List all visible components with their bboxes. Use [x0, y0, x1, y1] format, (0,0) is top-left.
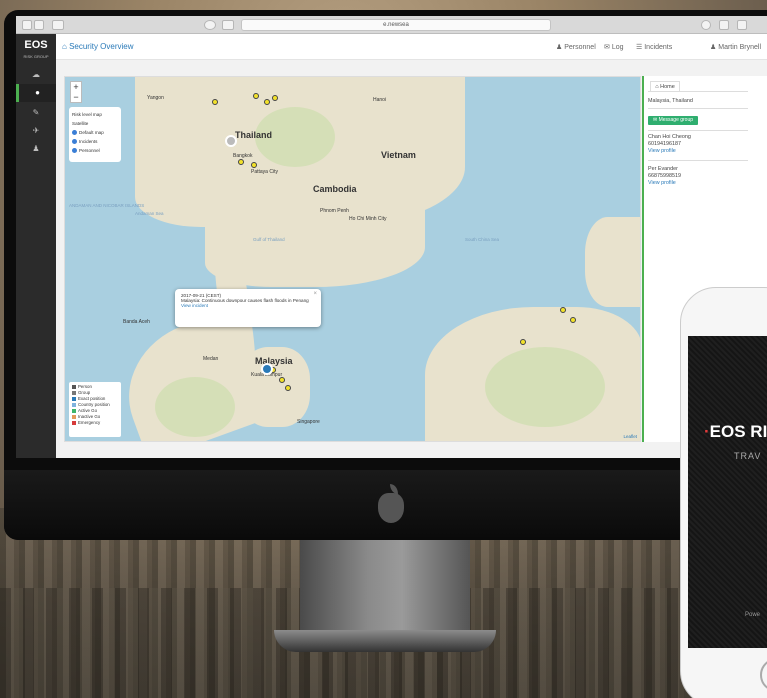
imac-foot [274, 630, 496, 652]
nav-log[interactable]: ✉ Log [604, 43, 624, 51]
city-label: Banda Aceh [123, 319, 150, 325]
forest-area [155, 377, 235, 437]
country-label: Malaysia [255, 356, 293, 366]
personnel-pin[interactable] [570, 317, 576, 323]
message-group-button[interactable]: ✉ Message group [648, 116, 698, 125]
sea-label: Andaman Sea [135, 211, 164, 216]
tabs-icon[interactable] [737, 20, 747, 30]
city-label: Hanoi [373, 97, 387, 103]
checkbox-icon [72, 139, 77, 145]
nav-personnel[interactable]: ♟ Personnel [556, 43, 596, 51]
layer-satellite[interactable]: Satellite [72, 119, 118, 128]
personnel-pin[interactable] [264, 99, 270, 105]
top-nav: ⌂ Security Overview ♟ Personnel ✉ Log ☰ … [56, 34, 767, 60]
map-view[interactable]: Thailand Vietnam Cambodia Malaysia Bangk… [64, 76, 641, 442]
view-profile-link[interactable]: View profile [648, 180, 681, 187]
personnel-pin[interactable] [251, 162, 257, 168]
layer-incidents[interactable]: Incidents [72, 137, 118, 146]
zoom-in-button[interactable]: + [71, 82, 81, 92]
sea-label: ANDAMAN AND NICOBAR ISLANDS [69, 203, 145, 208]
browser-toolbar: e.newsea [16, 16, 767, 34]
nav-incidents[interactable]: ☰ Incidents [636, 43, 672, 51]
checkbox-icon [72, 148, 77, 154]
layer-control: Risk level map Satellite Default map Inc… [69, 107, 121, 162]
globe-icon[interactable]: ● [16, 84, 56, 102]
close-icon[interactable]: × [313, 291, 317, 297]
users-icon[interactable]: ♟ [16, 140, 56, 158]
personnel-pin[interactable] [272, 95, 278, 101]
reader-icon[interactable] [222, 20, 234, 30]
phone-tagline: TRAV [734, 451, 762, 461]
city-label: Pattaya City [251, 169, 278, 175]
zoom-control: + − [70, 81, 82, 103]
main-content: Thailand Vietnam Cambodia Malaysia Bangk… [56, 60, 767, 458]
country-label: Cambodia [313, 184, 357, 194]
user-menu[interactable]: ♟ Martin Brynell [710, 43, 761, 51]
view-profile-link[interactable]: View profile [648, 148, 691, 155]
incident-popup: × 2017-09-21 (CEST) Malaysia: Continuous… [175, 289, 321, 327]
map-attribution[interactable]: Leaflet [623, 434, 637, 439]
personnel-pin[interactable] [285, 385, 291, 391]
dashboard-icon[interactable]: ☁ [16, 66, 56, 84]
back-button[interactable] [22, 20, 32, 30]
forest-area [485, 347, 605, 427]
app-sidebar: EOS RISK GROUP ☁ ● ✎ ✈ ♟ [16, 34, 56, 458]
address-bar[interactable]: e.newsea [241, 19, 551, 31]
tab-home[interactable]: ⌂ Home [650, 81, 680, 91]
personnel-pin[interactable] [238, 159, 244, 165]
sea-label: South China Sea [465, 237, 500, 242]
personnel-pin[interactable] [520, 339, 526, 345]
map-legend: Person Group Exact position Country posi… [69, 382, 121, 437]
country-label: Vietnam [381, 150, 416, 160]
layer-default[interactable]: Default map [72, 128, 118, 137]
radio-icon [72, 130, 77, 136]
person-marker[interactable] [261, 363, 273, 375]
plane-icon[interactable]: ✈ [16, 122, 56, 140]
phone-powered-by: Powe [745, 612, 761, 618]
person-marker[interactable] [225, 135, 237, 147]
city-label: Bangkok [233, 153, 253, 159]
city-label: Yangon [147, 95, 164, 101]
person-card: Per Evander 66875998519 View profile [648, 166, 681, 187]
imac-screen: e.newsea EOS RISK GROUP ☁ ● ✎ ✈ ♟ ⌂ Secur… [16, 16, 767, 458]
philippines-landmass [585, 217, 640, 307]
city-label: Phnom Penh [320, 208, 349, 214]
zoom-out-button[interactable]: − [71, 92, 81, 102]
personnel-pin[interactable] [212, 99, 218, 105]
edit-icon[interactable]: ✎ [16, 104, 56, 122]
personnel-pin[interactable] [253, 93, 259, 99]
country-label: Thailand [235, 130, 273, 140]
share-icon[interactable] [719, 20, 729, 30]
forward-button[interactable] [34, 20, 44, 30]
page-title[interactable]: ⌂ Security Overview [62, 42, 134, 51]
location-label: Malaysia, Thailand [648, 98, 693, 104]
imac-stand [300, 540, 470, 635]
eos-logo: EOS RISK GROUP [23, 39, 49, 60]
city-label: Singapore [297, 419, 320, 425]
sea-label: Gulf of Thailand [253, 237, 285, 242]
shield-icon[interactable] [204, 20, 216, 30]
sidebar-toggle-button[interactable] [52, 20, 64, 30]
city-label: Medan [203, 356, 219, 362]
person-card: Chan Hoi Cheong 60194196187 View profile [648, 134, 691, 155]
download-icon[interactable] [701, 20, 711, 30]
phone-screen [688, 336, 767, 648]
city-label: Ho Chi Minh City [349, 216, 387, 222]
view-incident-link[interactable]: View incident [181, 303, 315, 308]
legend-emergency: Emergency [72, 420, 118, 426]
personnel-pin[interactable] [279, 377, 285, 383]
personnel-pin[interactable] [560, 307, 566, 313]
layer-personnel[interactable]: Personnel [72, 146, 118, 155]
phone-brand-logo: ·EOS RIS [704, 422, 767, 441]
apple-logo-icon [378, 484, 404, 523]
layer-risk-level[interactable]: Risk level map [72, 110, 118, 119]
